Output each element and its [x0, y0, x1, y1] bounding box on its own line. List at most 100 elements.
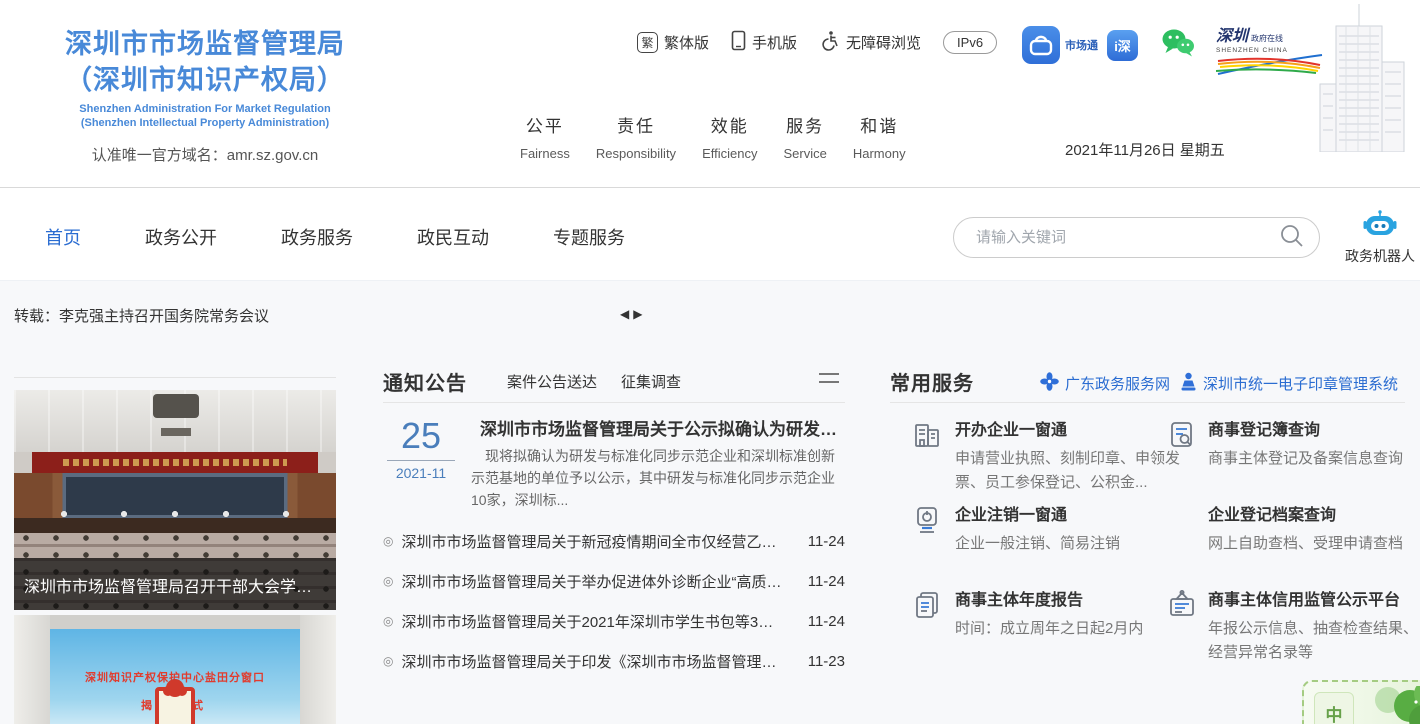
report-docs-icon	[910, 588, 944, 627]
accessibility-link[interactable]: 无障碍浏览	[819, 30, 921, 55]
accessibility-label: 无障碍浏览	[846, 32, 921, 53]
mobile-version-link[interactable]: 手机版	[731, 30, 797, 55]
service-desc: 年报公示信息、抽查检查结果、经营异常名录等	[1208, 617, 1420, 665]
site-title-line1: 深圳市市场监督管理局	[20, 26, 390, 62]
ipv6-badge[interactable]: IPv6	[943, 31, 997, 54]
eseal-system-label: 深圳市统一电子印章管理系统	[1203, 373, 1398, 394]
service-desc: 时间：成立周年之日起2月内	[955, 617, 1193, 641]
service-title: 商事主体信用监管公示平台	[1208, 586, 1420, 610]
service-desc: 企业一般注销、简易注销	[955, 532, 1193, 556]
service-desc: 申请营业执照、刻制印章、申领发票、员工参保登记、公积金...	[955, 447, 1193, 495]
bullet-icon: ◎	[383, 574, 393, 588]
search-icon	[1279, 223, 1305, 252]
value-zh: 和谐	[853, 112, 906, 137]
site-title-line2: （深圳市知识产权局）	[20, 62, 390, 98]
photo2-banner: 深圳知识产权保护中心盐田分窗口 揭牌仪式	[50, 629, 300, 724]
carousel-slide-conference[interactable]: 深圳市市场监督管理局召开干部大会学习贯彻党的十...	[14, 390, 336, 610]
photo2-pillar	[300, 615, 336, 724]
service-deregistration[interactable]: 企业注销一窗通 企业一般注销、简易注销	[910, 501, 1193, 556]
services-divider	[890, 402, 1405, 403]
featured-title[interactable]: 深圳市市场监督管理局关于公示拟确认为研发与标...	[480, 415, 845, 440]
market-app-icon	[1022, 26, 1060, 64]
value-en: Responsibility	[596, 146, 676, 161]
services-title: 常用服务	[890, 367, 974, 396]
search-box	[953, 217, 1320, 258]
eseal-system-link[interactable]: 深圳市统一电子印章管理系统	[1180, 372, 1398, 395]
nav-item-gov-disclosure[interactable]: 政务公开	[145, 224, 217, 250]
ticker-prev-icon[interactable]: ◀	[620, 307, 629, 321]
traditional-chinese-link[interactable]: 繁 繁体版	[637, 32, 709, 53]
traditional-chinese-icon: 繁	[637, 32, 658, 53]
featured-summary: 现将拟确认为研发与标准化同步示范企业和深圳标准创新示范基地的单位予以公示，其中研…	[471, 445, 845, 511]
tab-surveys[interactable]: 征集调查	[621, 371, 681, 392]
official-domain-note: 认准唯一官方域名：amr.sz.gov.cn	[20, 144, 390, 165]
nav-item-special-services[interactable]: 专题服务	[553, 224, 625, 250]
notice-item[interactable]: ◎ 深圳市市场监督管理局关于印发《深圳市市场监督管理局商... 11-23	[383, 641, 845, 681]
photo2-pillar	[14, 615, 50, 724]
main-navigation: 首页 政务公开 政务服务 政民互动 专题服务	[0, 188, 1420, 281]
value-fairness: 公平 Fairness	[520, 112, 570, 161]
site-title-en1: Shenzhen Administration For Market Regul…	[20, 102, 390, 116]
shenzhen-gov-logo-small: 政府在线	[1251, 33, 1283, 44]
notice-item[interactable]: ◎ 深圳市市场监督管理局关于2021年深圳市学生书包等3类产... 11-24	[383, 601, 845, 641]
traditional-chinese-label: 繁体版	[664, 32, 709, 53]
notice-item[interactable]: ◎ 深圳市市场监督管理局关于新冠疫情期间全市仅经营乙类非... 11-24	[383, 521, 845, 561]
wechat-icon[interactable]	[1161, 28, 1195, 63]
service-annual-report[interactable]: 商事主体年度报告 时间：成立周年之日起2月内	[910, 586, 1193, 641]
service-open-business[interactable]: 开办企业一窗通 申请营业执照、刻制印章、申领发票、员工参保登记、公积金...	[910, 416, 1193, 495]
notice-list: ◎ 深圳市市场监督管理局关于新冠疫情期间全市仅经营乙类非... 11-24 ◎ …	[383, 521, 845, 681]
notices-divider	[383, 402, 845, 403]
shenzhen-gov-logo-script: 深圳	[1216, 22, 1248, 46]
gov-robot-button[interactable]: 政务机器人	[1342, 210, 1418, 266]
gd-gov-service-label: 广东政务服务网	[1065, 373, 1170, 394]
site-title-en2: (Shenzhen Intellectual Property Administ…	[20, 116, 390, 130]
carousel-slide-ceremony[interactable]: 深圳知识产权保护中心盐田分窗口 揭牌仪式	[14, 615, 336, 724]
floating-widget[interactable]: 中	[1302, 680, 1420, 724]
featured-notice[interactable]: 25 2021-11 深圳市市场监督管理局关于公示拟确认为研发与标... 现将拟…	[383, 415, 845, 507]
value-en: Fairness	[520, 146, 570, 161]
nav-item-home[interactable]: 首页	[45, 224, 81, 250]
gd-gov-service-link[interactable]: 广东政务服务网	[1040, 372, 1170, 395]
featured-day: 25	[383, 417, 459, 455]
search-input[interactable]	[954, 229, 1279, 246]
service-desc: 网上自助查档、受理申请查档	[1208, 532, 1420, 556]
tab-case-announcements[interactable]: 案件公告送达	[507, 371, 597, 392]
featured-month: 2021-11	[383, 465, 459, 481]
notice-board-icon	[1165, 588, 1199, 627]
more-icon[interactable]	[819, 373, 839, 389]
notice-item[interactable]: ◎ 深圳市市场监督管理局关于举办促进体外诊断企业“高质量... 11-24	[383, 561, 845, 601]
value-efficiency: 效能 Efficiency	[702, 112, 757, 161]
header-quick-links: 繁 繁体版 手机版 无障碍浏览 IPv6	[637, 30, 997, 55]
notice-date: 11-24	[795, 533, 845, 550]
news-ticker[interactable]: 转载：李克强主持召开国务院常务会议	[14, 305, 269, 326]
carousel-caption: 深圳市市场监督管理局召开干部大会学习贯彻党的十...	[14, 558, 336, 610]
eseal-stamp-icon	[1180, 372, 1197, 395]
ticker-next-icon[interactable]: ▶	[633, 307, 642, 321]
notices-title: 通知公告	[383, 367, 467, 396]
mobile-version-label: 手机版	[752, 32, 797, 53]
nav-item-interaction[interactable]: 政民互动	[417, 224, 489, 250]
photo-banner	[32, 452, 318, 473]
service-credit-platform[interactable]: 商事主体信用监管公示平台 年报公示信息、抽查检查结果、经营异常名录等	[1165, 586, 1420, 665]
value-harmony: 和谐 Harmony	[853, 112, 906, 161]
featured-date-block: 25 2021-11	[383, 417, 459, 481]
service-registry-search[interactable]: 商事登记簿查询 商事主体登记及备案信息查询	[1165, 416, 1420, 471]
market-app-link[interactable]: 市场通	[1022, 26, 1098, 64]
notice-date: 11-24	[795, 613, 845, 630]
notice-title: 深圳市市场监督管理局关于举办促进体外诊断企业“高质量...	[401, 571, 795, 592]
service-archive-search[interactable]: 企业登记档案查询 网上自助查档、受理申请查档	[1165, 501, 1420, 556]
value-en: Harmony	[853, 146, 906, 161]
service-title: 商事主体年度报告	[955, 586, 1193, 610]
value-responsibility: 责任 Responsibility	[596, 112, 676, 161]
value-service: 服务 Service	[783, 112, 826, 161]
service-desc: 商事主体登记及备案信息查询	[1208, 447, 1420, 471]
notice-title: 深圳市市场监督管理局关于印发《深圳市市场监督管理局商...	[401, 651, 795, 672]
ishenzhen-app-icon[interactable]: i深	[1107, 30, 1138, 61]
notice-date: 11-24	[795, 573, 845, 590]
gov-robot-label: 政务机器人	[1342, 246, 1418, 266]
site-logo[interactable]: 深圳市市场监督管理局 （深圳市知识产权局） Shenzhen Administr…	[20, 26, 390, 165]
widget-zhong-badge: 中	[1314, 692, 1354, 724]
search-button[interactable]	[1279, 223, 1319, 252]
nav-item-gov-services[interactable]: 政务服务	[281, 224, 353, 250]
service-title: 开办企业一窗通	[955, 416, 1193, 440]
